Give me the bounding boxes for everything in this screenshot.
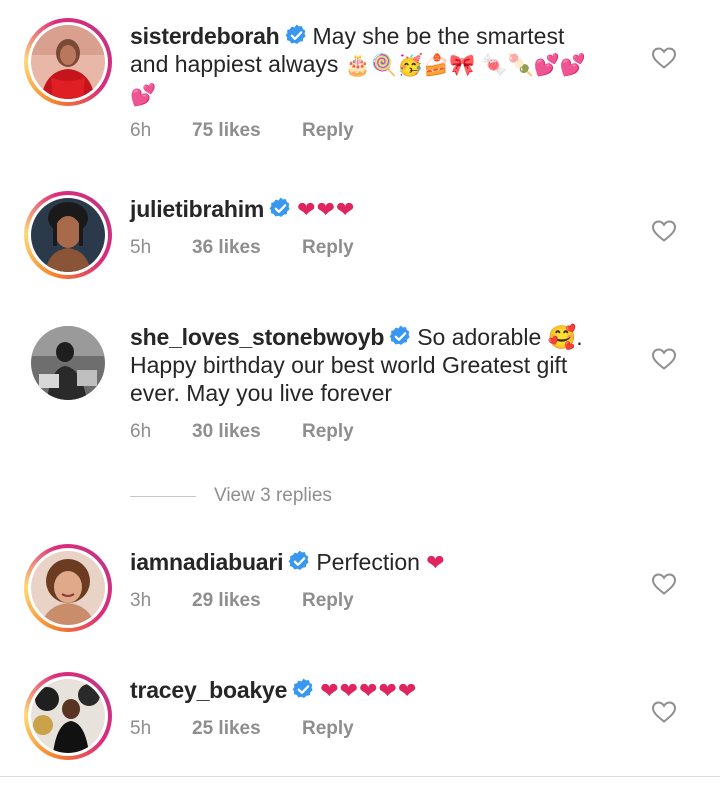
- verified-badge-icon: [269, 197, 290, 217]
- verified-badge-icon: [285, 24, 306, 44]
- comment-emojis: ❤❤❤❤❤: [320, 678, 418, 703]
- likes-count[interactable]: 30 likes: [192, 421, 302, 443]
- reply-button[interactable]: Reply: [302, 421, 354, 443]
- avatar[interactable]: [24, 18, 112, 106]
- likes-count[interactable]: 29 likes: [192, 590, 302, 612]
- verified-badge-icon: [389, 325, 410, 345]
- comment-emojis: ❤❤❤: [297, 197, 356, 222]
- heart-outline-icon[interactable]: [651, 46, 677, 70]
- comment-emojis: ❤: [426, 550, 446, 575]
- comment-text: sisterdeborah May she be the smartest and…: [130, 22, 605, 110]
- divider: [130, 495, 196, 497]
- heart-outline-icon[interactable]: [651, 347, 677, 371]
- comment-meta: 3h 29 likes Reply: [130, 590, 354, 612]
- comment-time: 3h: [130, 590, 152, 611]
- username[interactable]: she_loves_stonebwoyb: [130, 324, 384, 350]
- reply-button[interactable]: Reply: [302, 120, 354, 142]
- comment-meta: 6h 30 likes Reply: [130, 421, 354, 443]
- comment-time: 6h: [130, 421, 152, 442]
- likes-count[interactable]: 75 likes: [192, 120, 302, 142]
- comment-body: Perfection: [316, 549, 420, 575]
- verified-badge-icon: [292, 678, 313, 698]
- likes-count[interactable]: 36 likes: [192, 237, 302, 259]
- comment-time: 5h: [130, 237, 152, 258]
- avatar-red-outfit-icon: [31, 25, 105, 99]
- view-replies-button[interactable]: View 3 replies: [130, 485, 332, 507]
- avatar-portrait-icon: [31, 198, 105, 272]
- heart-outline-icon[interactable]: [651, 700, 677, 724]
- likes-count[interactable]: 25 likes: [192, 718, 302, 740]
- username[interactable]: tracey_boakye: [130, 677, 287, 703]
- avatar-balloons-icon: [31, 679, 105, 753]
- avatar-portrait-smile-icon: [31, 551, 105, 625]
- username[interactable]: julietibrahim: [130, 196, 264, 222]
- comment-meta: 6h 75 likes Reply: [130, 120, 354, 142]
- comment-text: she_loves_stonebwoyb So adorable 🥰. Happy…: [130, 323, 605, 407]
- reply-button[interactable]: Reply: [302, 718, 354, 740]
- view-replies-label: View 3 replies: [214, 485, 332, 506]
- divider: [0, 776, 720, 777]
- avatar[interactable]: [24, 191, 112, 279]
- avatar-bw-photo-icon: [31, 326, 105, 400]
- reply-button[interactable]: Reply: [302, 237, 354, 259]
- comment-meta: 5h 36 likes Reply: [130, 237, 354, 259]
- comment-meta: 5h 25 likes Reply: [130, 718, 354, 740]
- avatar[interactable]: [24, 672, 112, 760]
- username[interactable]: iamnadiabuari: [130, 549, 284, 575]
- comment-time: 5h: [130, 718, 152, 739]
- comment-text: iamnadiabuari Perfection ❤: [130, 548, 605, 577]
- heart-outline-icon[interactable]: [651, 572, 677, 596]
- username[interactable]: sisterdeborah: [130, 23, 280, 49]
- verified-badge-icon: [288, 550, 309, 570]
- comment-text: julietibrahim ❤❤❤: [130, 195, 605, 224]
- heart-outline-icon[interactable]: [651, 219, 677, 243]
- reply-button[interactable]: Reply: [302, 590, 354, 612]
- comment-time: 6h: [130, 120, 152, 141]
- avatar[interactable]: [24, 319, 112, 407]
- avatar[interactable]: [24, 544, 112, 632]
- comment-text: tracey_boakye ❤❤❤❤❤: [130, 676, 605, 705]
